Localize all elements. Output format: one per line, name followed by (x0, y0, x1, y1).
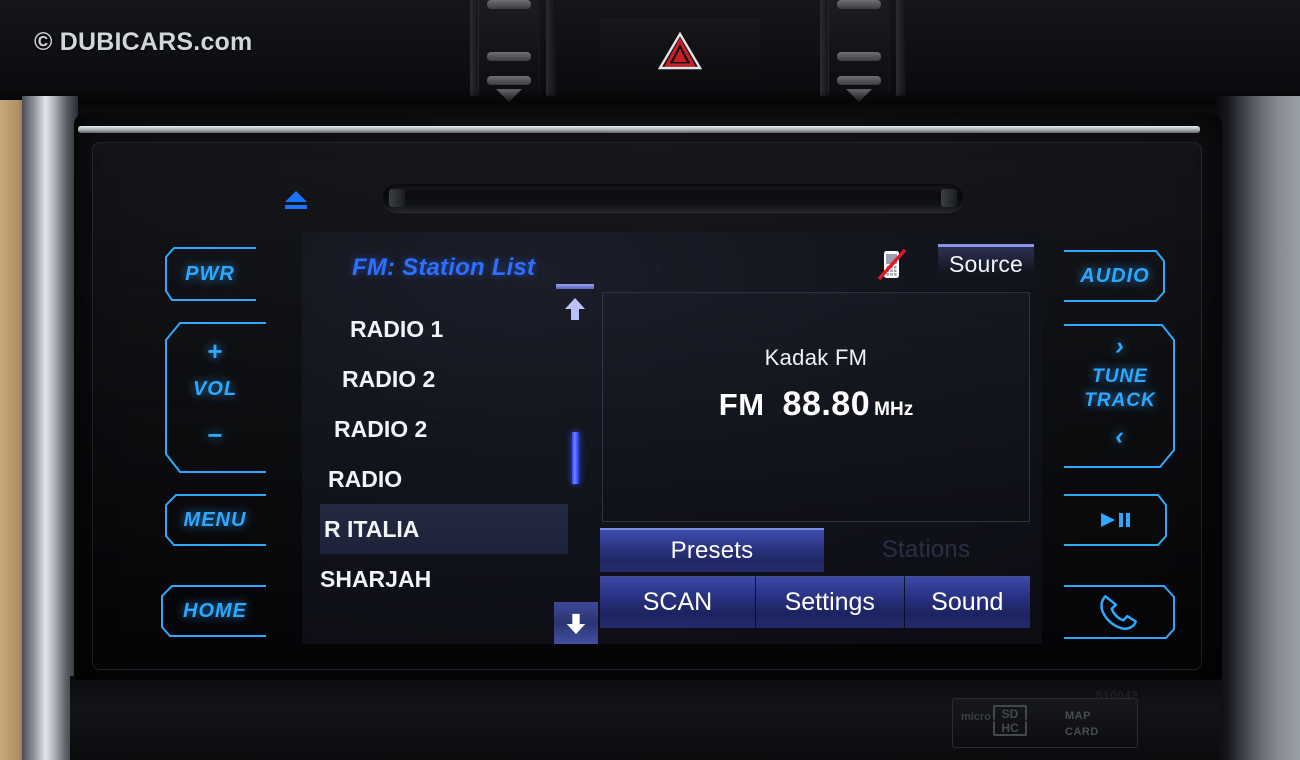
sound-button-label: Sound (931, 588, 1004, 616)
frequency-value: 88.80 (782, 385, 871, 423)
power-button-label: PWR (185, 262, 235, 285)
arrow-down-icon (566, 613, 586, 635)
tab-bar: Presets Stations (600, 528, 1030, 572)
tab-stations-label: Stations (881, 536, 971, 563)
scroll-up-button[interactable] (562, 296, 588, 322)
tune-button-label: TUNE (1092, 366, 1148, 387)
now-playing-panel: Kadak FM FM 88.80 MHz (602, 292, 1030, 522)
station-list[interactable]: RADIO 1 RADIO 2 RADIO 2 RADIO R ITALIA S… (320, 304, 568, 624)
watermark: © DUBICARS.com (34, 28, 253, 56)
band-label: FM (718, 387, 765, 422)
volume-button[interactable]: + VOL − (160, 320, 270, 475)
page-title: FM: Station List (352, 254, 536, 281)
head-unit-chrome-strip (78, 126, 1200, 133)
sd-mark: SD (993, 705, 1027, 721)
list-item-selected[interactable]: R ITALIA (320, 504, 568, 554)
infotainment-photo: FM: Station List Source RADIO 1 RADIO 2 … (0, 0, 1300, 760)
play-pause-icon (1101, 513, 1130, 527)
power-button[interactable]: PWR (160, 245, 260, 303)
source-button-label: Source (948, 251, 1024, 277)
list-item[interactable]: RADIO 1 (320, 304, 568, 354)
source-button[interactable]: Source (938, 244, 1034, 282)
volume-button-label: VOL (192, 378, 238, 400)
eject-icon (285, 191, 307, 209)
hazard-button[interactable] (600, 18, 760, 84)
list-item[interactable]: RADIO 2 (320, 354, 568, 404)
station-name: R ITALIA (324, 516, 420, 542)
scan-button[interactable]: SCAN (600, 576, 755, 628)
cd-disc-slot[interactable] (383, 184, 963, 212)
chrome-trim-left (22, 96, 78, 760)
lcd-screen: FM: Station List Source RADIO 1 RADIO 2 … (302, 232, 1042, 644)
hc-mark: HC (993, 721, 1027, 736)
tab-presets-label: Presets (670, 537, 754, 564)
tab-presets[interactable]: Presets (600, 528, 824, 572)
eject-button[interactable] (283, 189, 309, 211)
sound-button[interactable]: Sound (903, 576, 1031, 628)
list-item[interactable]: RADIO (320, 454, 568, 504)
card-label: CARD (1065, 726, 1099, 738)
status-icon-area (872, 248, 912, 282)
arrow-up-icon (565, 298, 585, 320)
hazard-triangle-icon (658, 32, 702, 70)
audio-button-label: AUDIO (1080, 264, 1150, 287)
list-item[interactable]: SHARJAH (320, 554, 568, 604)
phone-icon (1100, 595, 1137, 630)
tune-prev-label[interactable]: ‹ (1060, 422, 1180, 451)
now-playing-frequency: FM 88.80 MHz (603, 385, 1029, 424)
scroll-down-button[interactable] (554, 602, 598, 644)
frequency-unit: MHz (874, 399, 914, 420)
settings-button[interactable]: Settings (754, 576, 904, 628)
menu-button-label: MENU (183, 508, 247, 531)
volume-up-label[interactable]: + (160, 336, 270, 367)
air-vent-left[interactable] (478, 0, 540, 102)
scrollbar-cap (556, 284, 594, 289)
menu-button[interactable]: MENU (160, 492, 270, 548)
part-number: 510042 (1096, 690, 1139, 702)
phone-disconnected-icon (877, 248, 907, 281)
list-scrollbar[interactable] (554, 284, 598, 644)
vent-rail-left-2 (546, 0, 556, 96)
station-name: SHARJAH (320, 566, 432, 592)
play-pause-button[interactable] (1060, 492, 1170, 548)
scrollbar-thumb[interactable] (572, 432, 579, 484)
station-name: RADIO 2 (334, 416, 428, 442)
phone-button[interactable] (1060, 583, 1178, 641)
audio-button[interactable]: AUDIO (1060, 248, 1170, 304)
settings-button-label: Settings (784, 588, 875, 616)
tune-next-label[interactable]: › (1060, 332, 1180, 361)
tab-stations[interactable]: Stations (826, 528, 1026, 572)
station-name: RADIO 2 (342, 366, 436, 392)
list-item[interactable]: RADIO 2 (320, 404, 568, 454)
bottom-button-bar: SCAN Settings Sound (600, 576, 1031, 628)
vent-rail-right-2 (896, 0, 906, 96)
station-name: RADIO 1 (350, 316, 444, 342)
air-vent-right[interactable] (828, 0, 890, 102)
map-card-slot[interactable]: micro SD HC MAP CARD (952, 698, 1138, 748)
trim-right (1228, 96, 1300, 760)
tune-track-button[interactable]: › TUNE TRACK ‹ (1060, 322, 1180, 470)
cluster-glow (655, 0, 785, 12)
scan-button-label: SCAN (642, 588, 713, 616)
track-button-label: TRACK (1084, 390, 1156, 411)
volume-down-label[interactable]: − (160, 420, 270, 451)
map-label: MAP (1065, 710, 1091, 722)
now-playing-station-name: Kadak FM (764, 345, 868, 370)
micro-label: micro (961, 711, 991, 723)
home-button[interactable]: HOME (160, 583, 270, 639)
station-name: RADIO (328, 466, 403, 492)
home-button-label: HOME (183, 599, 247, 622)
